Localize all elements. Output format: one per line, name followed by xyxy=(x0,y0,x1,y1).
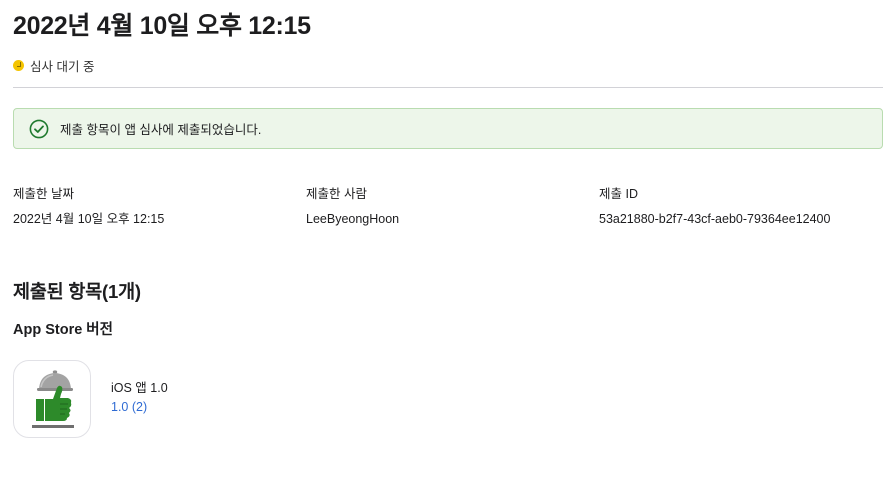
app-name: iOS 앱 1.0 xyxy=(111,381,168,395)
submitter-label: 제출한 사람 xyxy=(306,187,367,201)
submission-id-label: 제출 ID xyxy=(599,187,638,201)
submitter-value: LeeByeongHoon xyxy=(306,212,400,226)
submission-detail-page: 2022년 4월 10일 오후 12:15 심사 대기 중 제출 항목이 앱 심… xyxy=(0,0,887,502)
status-row: 심사 대기 중 xyxy=(13,56,94,75)
app-icon[interactable] xyxy=(13,360,91,438)
submitted-date-label: 제출한 날짜 xyxy=(13,187,74,201)
submitted-date-value: 2022년 4월 10일 오후 12:15 xyxy=(13,212,165,226)
app-store-version-heading: App Store 버전 xyxy=(13,322,113,338)
thumbs-up-cloche-icon xyxy=(32,370,74,428)
success-banner: 제출 항목이 앱 심사에 제출되었습니다. xyxy=(13,108,883,149)
submission-id-field: 제출 ID 53a21880-b2f7-43cf-aeb0-79364ee124… xyxy=(599,186,830,227)
submitter-field: 제출한 사람 LeeByeongHoon xyxy=(306,186,399,227)
submitted-items-heading: 제출된 항목(1개) xyxy=(13,281,141,302)
submission-id-value: 53a21880-b2f7-43cf-aeb0-79364ee12400 xyxy=(599,212,831,226)
header-divider xyxy=(13,87,883,88)
banner-message: 제출 항목이 앱 심사에 제출되었습니다. xyxy=(60,123,262,137)
app-version-link[interactable]: 1.0 (2) xyxy=(111,399,147,415)
pending-status-icon xyxy=(13,60,24,71)
check-circle-icon xyxy=(29,119,49,139)
submitted-date-field: 제출한 날짜 2022년 4월 10일 오후 12:15 xyxy=(13,186,164,227)
status-label: 심사 대기 중 xyxy=(30,60,95,74)
page-title: 2022년 4월 10일 오후 12:15 xyxy=(13,12,311,40)
